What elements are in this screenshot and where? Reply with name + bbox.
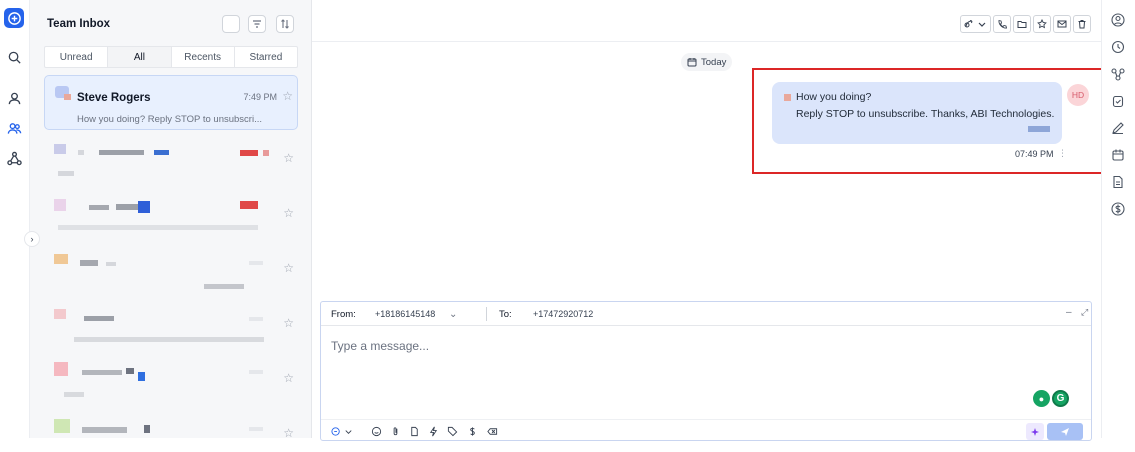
message-composer: From: +18186145148 ⌄ To: +17472920712 – … <box>320 301 1092 441</box>
message-line-2: Reply STOP to unsubscribe. Thanks, ABI T… <box>796 108 1055 120</box>
contact-icon[interactable] <box>4 88 24 108</box>
star-icon[interactable] <box>1033 15 1051 33</box>
chevron-down-icon[interactable]: ⌄ <box>449 309 457 320</box>
expand-chevron-icon[interactable]: › <box>24 231 40 247</box>
conversation-item[interactable]: ☆ <box>44 413 298 438</box>
tab-starred[interactable]: Starred <box>235 47 297 67</box>
from-label: From: <box>331 309 356 320</box>
team-inbox-icon[interactable] <box>4 118 24 138</box>
grammarly-widget[interactable]: ● G <box>1033 390 1073 408</box>
trash-icon[interactable] <box>1073 15 1091 33</box>
from-number-select[interactable]: +18186145148 <box>375 309 435 319</box>
avatar <box>55 86 73 102</box>
date-separator: Today <box>681 53 733 71</box>
to-number[interactable]: +17472920712 <box>533 309 593 319</box>
dollar-icon[interactable] <box>467 426 478 437</box>
divider <box>486 307 487 321</box>
lightning-icon[interactable] <box>428 426 439 437</box>
right-nav-rail <box>1101 0 1135 438</box>
message-time: 07:49 PM <box>1015 149 1054 159</box>
mail-icon[interactable] <box>1053 15 1071 33</box>
clear-icon[interactable] <box>487 426 498 437</box>
chat-toolbar <box>960 15 1091 33</box>
conversation-item[interactable]: ☆ <box>44 248 298 303</box>
conversation-item[interactable]: ☆ <box>44 303 298 358</box>
star-icon[interactable]: ☆ <box>283 261 294 275</box>
composer-toolbar <box>321 419 1091 441</box>
conversation-item[interactable]: ☆ <box>44 138 298 193</box>
emoji-icon[interactable] <box>371 426 382 437</box>
dollar-icon[interactable] <box>1111 202 1127 218</box>
assign-dropdown[interactable] <box>960 15 991 33</box>
star-icon[interactable]: ☆ <box>283 426 294 438</box>
message-line-1: How you doing? <box>796 91 872 103</box>
star-icon[interactable]: ☆ <box>283 206 294 220</box>
send-button[interactable] <box>1047 423 1083 440</box>
star-icon[interactable]: ☆ <box>283 151 294 165</box>
task-icon[interactable] <box>1111 94 1127 110</box>
tab-all[interactable]: All <box>108 47 172 67</box>
to-label: To: <box>499 309 512 320</box>
grammarly-icon[interactable]: G <box>1052 390 1069 407</box>
lightbulb-icon[interactable]: ● <box>1033 390 1050 407</box>
pen-icon[interactable] <box>1111 121 1127 137</box>
history-icon[interactable] <box>1111 40 1127 56</box>
search-icon[interactable] <box>4 47 24 67</box>
star-icon[interactable]: ☆ <box>283 371 294 385</box>
message-bubble[interactable]: How you doing? Reply STOP to unsubscribe… <box>772 82 1062 144</box>
send-controls <box>1026 423 1083 440</box>
more-options-icon[interactable]: ⋮ <box>1058 148 1067 159</box>
tag-icon[interactable] <box>447 426 458 437</box>
calendar-icon[interactable] <box>1111 148 1127 164</box>
template-icon[interactable] <box>409 426 420 437</box>
call-icon[interactable] <box>993 15 1011 33</box>
folder-icon[interactable] <box>1013 15 1031 33</box>
calendar-icon <box>687 58 697 67</box>
chevron-down-icon[interactable] <box>343 426 354 437</box>
date-label: Today <box>701 56 727 68</box>
conversation-preview: How you doing? Reply STOP to unsubscri..… <box>77 114 262 125</box>
integration-icon[interactable] <box>1111 67 1127 83</box>
divider <box>312 41 1101 42</box>
tab-unread[interactable]: Unread <box>45 47 109 67</box>
message-input[interactable]: Type a message... <box>331 339 429 353</box>
inbox-tabs: Unread All Recents Starred <box>44 46 298 68</box>
minimize-icon[interactable]: – <box>1066 307 1072 318</box>
message-signature <box>1028 126 1050 132</box>
conversation-time: 7:49 PM <box>243 92 277 102</box>
contact-name: Steve Rogers <box>77 92 151 104</box>
ai-assist-icon[interactable] <box>1026 423 1044 440</box>
conversation-item[interactable]: ☆ <box>44 358 298 413</box>
sort-icon[interactable] <box>276 15 294 33</box>
conversation-item-selected[interactable]: Steve Rogers 7:49 PM ☆ How you doing? Re… <box>44 75 298 130</box>
new-chat-icon[interactable] <box>4 8 24 28</box>
filter-icon[interactable] <box>248 15 266 33</box>
inbox-title: Team Inbox <box>47 18 111 30</box>
chat-panel: Today How you doing? Reply STOP to unsub… <box>312 0 1104 441</box>
notes-icon[interactable] <box>1111 175 1127 191</box>
app-window: › Team Inbox Unread All Recents Starred <box>0 0 1135 452</box>
user-circle-icon[interactable] <box>1111 13 1127 29</box>
workflow-icon[interactable] <box>4 148 24 168</box>
list-header: Team Inbox <box>30 0 311 46</box>
message-indicator <box>784 94 791 101</box>
avatar: HD <box>1067 84 1089 106</box>
left-nav-rail <box>0 0 30 438</box>
select-all-checkbox[interactable] <box>222 15 240 33</box>
channel-select-icon[interactable] <box>331 426 342 437</box>
expand-icon[interactable]: ⤢ <box>1081 307 1088 318</box>
star-icon[interactable]: ☆ <box>283 316 294 330</box>
star-icon[interactable]: ☆ <box>282 89 293 103</box>
conversation-list: Team Inbox Unread All Recents Starred St… <box>30 0 312 438</box>
chevron-down-icon <box>978 22 986 27</box>
composer-header: From: +18186145148 ⌄ To: +17472920712 – … <box>321 302 1091 326</box>
attachment-icon[interactable] <box>390 426 401 437</box>
tab-recents[interactable]: Recents <box>172 47 235 67</box>
conversation-item[interactable]: ☆ <box>44 193 298 248</box>
